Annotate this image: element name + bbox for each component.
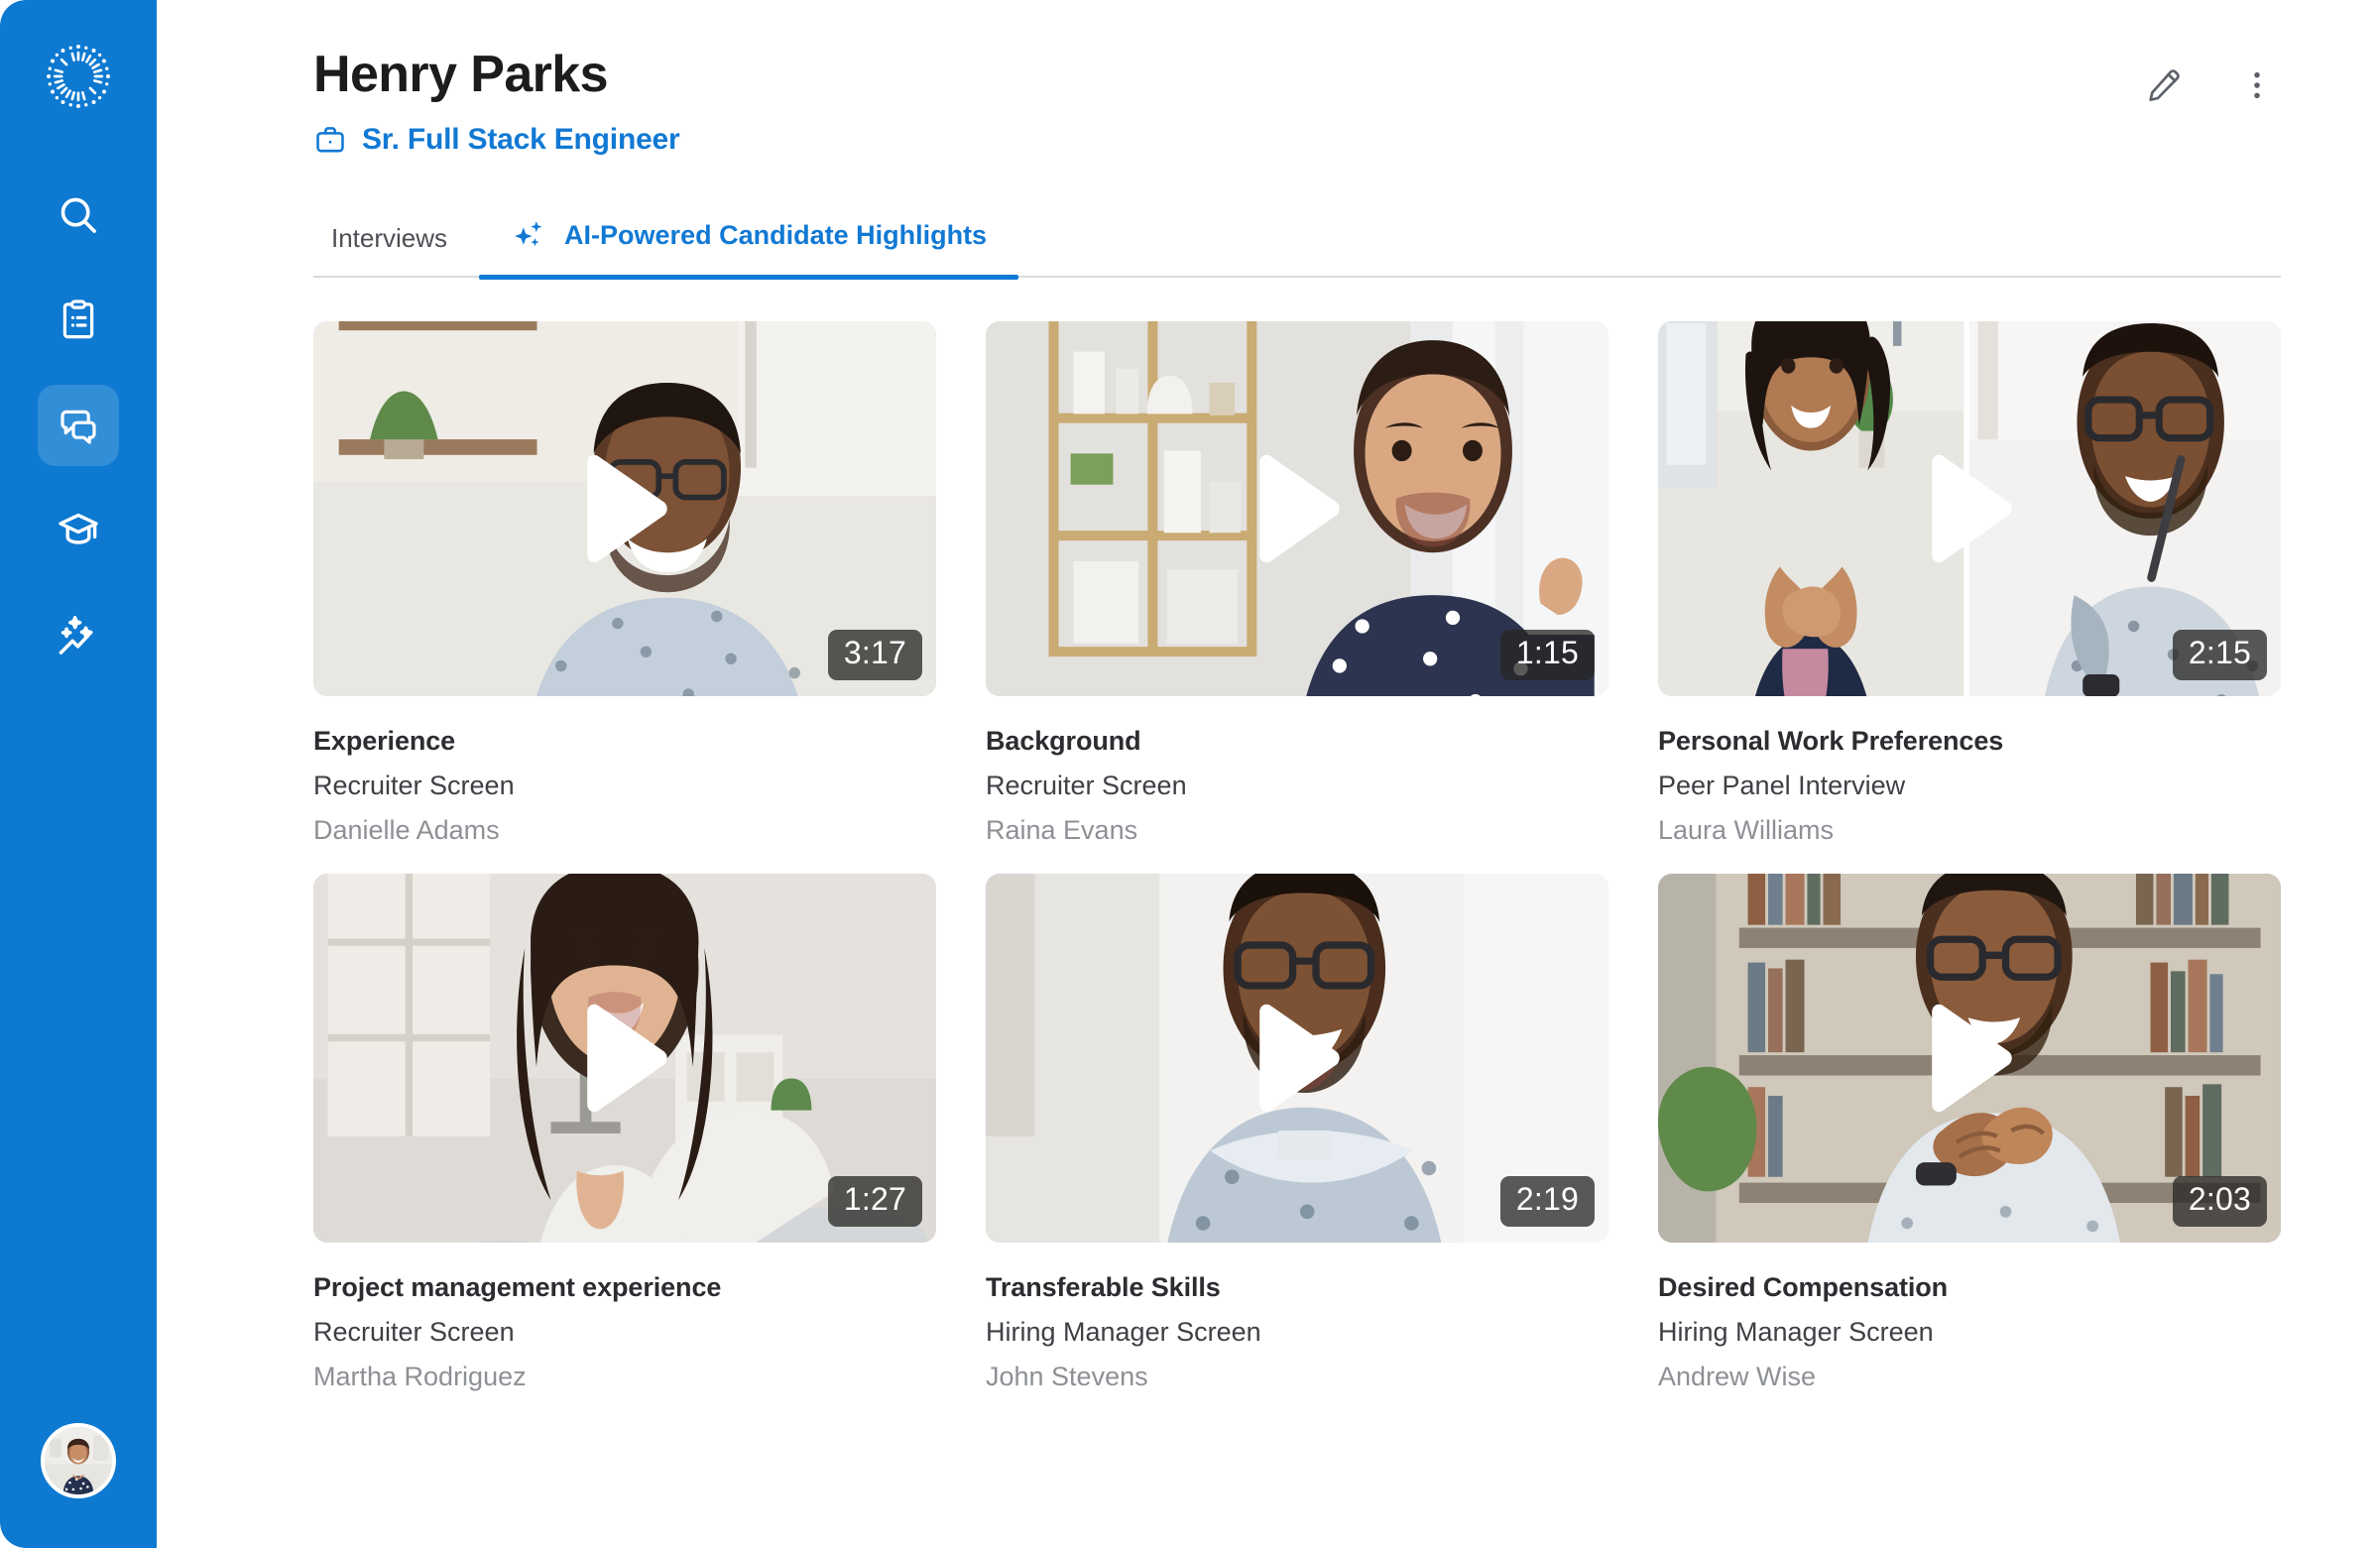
- video-duration-badge: 2:19: [1499, 1176, 1595, 1228]
- chat-bubbles-icon: [60, 410, 96, 444]
- avatar-image: [45, 1427, 112, 1494]
- highlight-card[interactable]: 2:15 Personal Work Preferences Peer Pane…: [1658, 321, 2281, 846]
- highlight-title: Transferable Skills: [986, 1272, 1221, 1303]
- highlight-title: Experience: [313, 726, 456, 757]
- highlight-interviewer: Martha Rodriguez: [313, 1362, 527, 1392]
- sidebar: [0, 0, 157, 1548]
- highlight-stage: Recruiter Screen: [986, 771, 1187, 801]
- highlight-stage: Recruiter Screen: [313, 1317, 515, 1348]
- video-duration-badge: 3:17: [827, 630, 922, 681]
- tab-bar: Interviews AI-Powered Candidate Highligh…: [313, 216, 2281, 281]
- sparkles-icon: [515, 221, 542, 247]
- app-window: Henry Parks Sr. Full Stack Engineer Inte…: [0, 0, 2380, 1548]
- highlight-title: Background: [986, 726, 1141, 757]
- candidate-role[interactable]: Sr. Full Stack Engineer: [313, 123, 680, 157]
- highlight-stage: Recruiter Screen: [313, 771, 515, 801]
- more-vertical-icon: [2254, 71, 2260, 99]
- highlight-interviewer: John Stevens: [986, 1362, 1148, 1392]
- current-user-avatar[interactable]: [41, 1423, 116, 1498]
- highlight-stage: Hiring Manager Screen: [986, 1317, 1261, 1348]
- clipboard-list-icon: [62, 299, 94, 339]
- sidebar-item-search[interactable]: [38, 175, 119, 256]
- video-duration-badge: 1:15: [1499, 630, 1595, 681]
- briefcase-icon: [316, 127, 344, 153]
- main-content: Henry Parks Sr. Full Stack Engineer Inte…: [157, 0, 2380, 1548]
- sunburst-logo-icon: [47, 45, 110, 108]
- page-header: Henry Parks Sr. Full Stack Engineer: [157, 0, 2380, 157]
- ai-insights-icon: [59, 616, 93, 655]
- highlight-interviewer: Raina Evans: [986, 815, 1138, 846]
- video-thumbnail[interactable]: 2:03: [1658, 874, 2281, 1244]
- video-duration-badge: 2:03: [2172, 1176, 2267, 1228]
- video-thumbnail[interactable]: 1:15: [986, 321, 1608, 697]
- highlights-grid-row-1: 3:17 Experience Recruiter Screen Daniell…: [313, 321, 2281, 846]
- highlight-card[interactable]: 2:19 Transferable Skills Hiring Manager …: [986, 874, 1608, 1392]
- more-options-button[interactable]: [2233, 61, 2281, 109]
- sidebar-item-interviews[interactable]: [38, 385, 119, 466]
- video-thumbnail[interactable]: 1:27: [313, 874, 936, 1244]
- video-duration-badge: 1:27: [827, 1176, 922, 1228]
- sidebar-item-learning[interactable]: [38, 490, 119, 571]
- video-thumbnail[interactable]: 2:15: [1658, 321, 2281, 697]
- highlight-stage: Hiring Manager Screen: [1658, 1317, 1934, 1348]
- sidebar-item-insights[interactable]: [38, 595, 119, 676]
- tab-interviews[interactable]: Interviews: [313, 223, 479, 276]
- app-logo[interactable]: [40, 38, 117, 115]
- tab-ai-highlights[interactable]: AI-Powered Candidate Highlights: [479, 216, 1019, 281]
- page-title: Henry Parks: [313, 46, 609, 103]
- sidebar-item-jobs[interactable]: [38, 280, 119, 361]
- highlight-card[interactable]: 1:15 Background Recruiter Screen Raina E…: [986, 321, 1608, 846]
- header-actions: [2140, 46, 2281, 109]
- pencil-edit-icon: [2149, 69, 2180, 101]
- search-icon: [60, 197, 96, 233]
- highlight-card[interactable]: 1:27 Project management experience Recru…: [313, 874, 936, 1392]
- video-thumbnail[interactable]: 3:17: [313, 321, 936, 697]
- highlight-title: Desired Compensation: [1658, 1272, 1949, 1303]
- edit-candidate-button[interactable]: [2140, 61, 2188, 109]
- highlight-interviewer: Danielle Adams: [313, 815, 500, 846]
- candidate-identity: Henry Parks Sr. Full Stack Engineer: [313, 46, 680, 157]
- sidebar-nav: [0, 175, 157, 676]
- tab-ai-highlights-label: AI-Powered Candidate Highlights: [564, 219, 988, 250]
- highlight-title: Project management experience: [313, 1272, 722, 1303]
- highlight-card[interactable]: 3:17 Experience Recruiter Screen Daniell…: [313, 321, 936, 846]
- tab-interviews-label: Interviews: [331, 223, 448, 254]
- highlights-grid-row-2: 1:27 Project management experience Recru…: [313, 874, 2281, 1392]
- highlight-card[interactable]: 2:03 Desired Compensation Hiring Manager…: [1658, 874, 2281, 1392]
- candidate-role-label: Sr. Full Stack Engineer: [362, 123, 680, 157]
- highlight-interviewer: Andrew Wise: [1658, 1362, 1817, 1392]
- highlight-title: Personal Work Preferences: [1658, 726, 2004, 757]
- video-thumbnail[interactable]: 2:19: [986, 874, 1608, 1244]
- highlight-stage: Peer Panel Interview: [1658, 771, 1906, 801]
- highlight-interviewer: Laura Williams: [1658, 815, 1835, 846]
- graduation-cap-icon: [59, 513, 98, 544]
- video-duration-badge: 2:15: [2172, 630, 2267, 681]
